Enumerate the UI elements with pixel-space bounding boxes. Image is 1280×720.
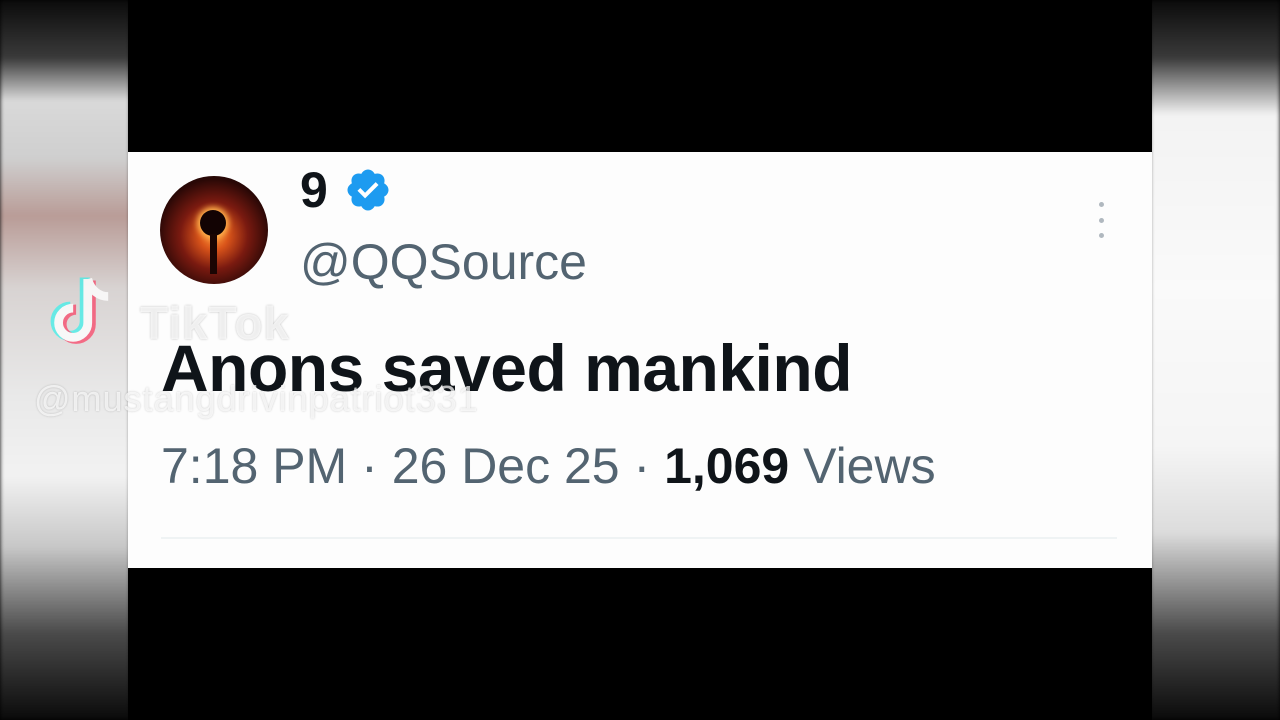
divider <box>161 537 1117 539</box>
tweet-card[interactable]: 9 @QQSource Anons saved mankind 7:18 PM … <box>128 152 1152 568</box>
avatar[interactable] <box>160 176 268 284</box>
views-label: Views <box>803 438 936 494</box>
more-options-icon[interactable] <box>1091 202 1111 238</box>
letterbox-bottom <box>128 568 1152 720</box>
user-handle[interactable]: @QQSource <box>300 232 587 292</box>
tweet-metadata: 7:18 PM · 26 Dec 25 · 1,069 Views <box>161 436 936 496</box>
blurred-background-right <box>1150 0 1280 720</box>
avatar-figure <box>210 234 217 274</box>
verified-badge-icon <box>347 169 389 211</box>
separator: · <box>633 438 651 494</box>
tiktok-wordmark: TikTok <box>140 297 290 349</box>
tweet-time[interactable]: 7:18 PM <box>161 438 347 494</box>
display-name-row: 9 <box>300 162 392 218</box>
views-count: 1,069 <box>664 438 790 494</box>
eclipse-icon <box>200 210 226 236</box>
blurred-background-left <box>0 0 130 720</box>
display-name[interactable]: 9 <box>300 162 328 218</box>
separator: · <box>361 438 378 494</box>
tiktok-username: @mustangdrivinpatriot331 <box>34 378 479 419</box>
tiktok-logo-icon <box>50 277 109 344</box>
video-frame: 9 @QQSource Anons saved mankind 7:18 PM … <box>0 0 1280 720</box>
tweet-date[interactable]: 26 Dec 25 <box>392 438 620 494</box>
letterbox-top <box>128 0 1152 152</box>
